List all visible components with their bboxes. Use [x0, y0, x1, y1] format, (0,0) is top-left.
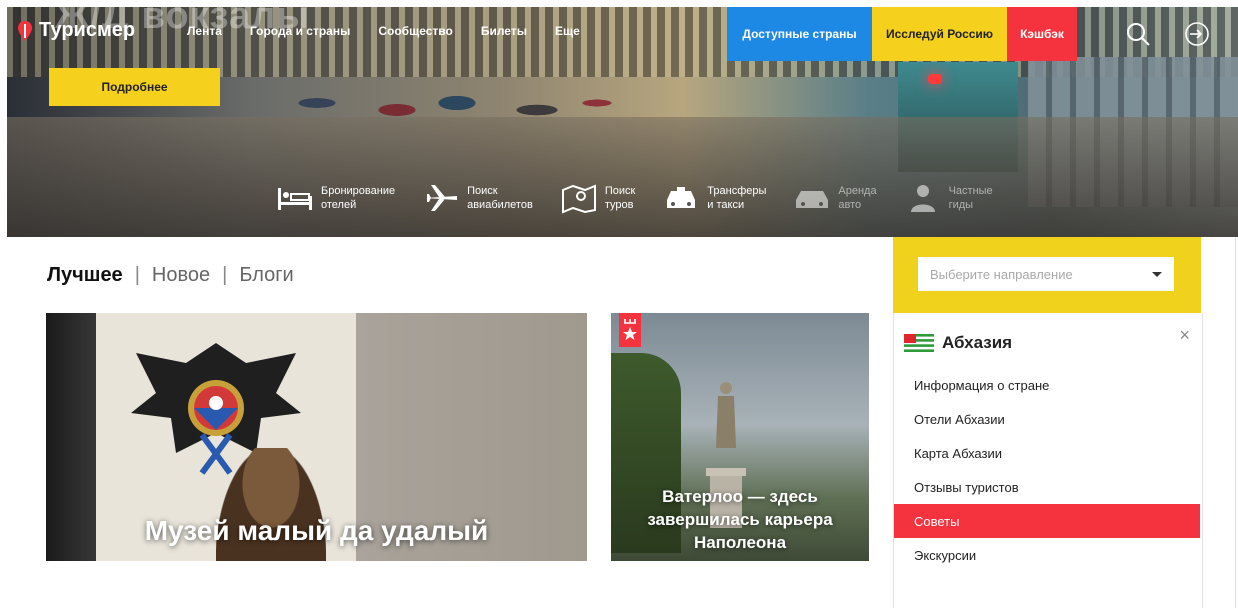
- available-countries-button[interactable]: Доступные страны: [727, 7, 872, 61]
- service-tours[interactable]: Поиск туров: [559, 182, 635, 214]
- menu-item-excursions[interactable]: Экскурсии: [894, 538, 1200, 572]
- nav-link-tickets[interactable]: Билеты: [481, 24, 527, 38]
- service-guides[interactable]: Частные гиды: [903, 182, 993, 214]
- service-label: Бронирование отелей: [321, 185, 396, 211]
- menu-item-map[interactable]: Карта Абхазии: [894, 436, 1200, 470]
- service-label: Поиск туров: [604, 185, 636, 211]
- badge-icon: [619, 313, 641, 347]
- nav-link-cities[interactable]: Города и страны: [250, 24, 350, 38]
- card-title[interactable]: Музей малый да удалый: [46, 515, 587, 547]
- tab-separator: |: [222, 264, 228, 286]
- country-panel: Абхазия × Информация о стране Отели Абха…: [893, 313, 1203, 608]
- article-card-museum[interactable]: Музей малый да удалый: [46, 313, 587, 561]
- tab-blogs[interactable]: Блоги: [239, 264, 293, 287]
- services-bar: Бронирование отелей Поиск авиабилетов По…: [275, 182, 1019, 214]
- service-label: Частные гиды: [948, 185, 993, 211]
- guide-icon: [910, 185, 935, 212]
- explore-russia-button[interactable]: Исследуй Россию: [872, 7, 1007, 61]
- logo[interactable]: Турисмер: [17, 19, 135, 42]
- service-label: Поиск авиабилетов: [467, 185, 533, 211]
- select-placeholder: Выберите направление: [930, 266, 1073, 282]
- divider: [1235, 237, 1236, 608]
- close-icon[interactable]: ×: [1179, 325, 1190, 346]
- card-title[interactable]: Ватерлоо — здесь завершилась карьера Нап…: [621, 485, 859, 554]
- abkhazia-flag-icon: [904, 334, 934, 352]
- tab-new[interactable]: Новое: [152, 264, 210, 287]
- destination-select[interactable]: Выберите направление: [918, 257, 1174, 291]
- platform-image: [7, 117, 1238, 237]
- logo-icon: [18, 20, 32, 41]
- menu-item-info[interactable]: Информация о стране: [894, 368, 1200, 402]
- country-header: Абхазия: [904, 333, 1012, 353]
- menu-item-reviews[interactable]: Отзывы туристов: [894, 470, 1200, 504]
- login-icon[interactable]: [1184, 21, 1210, 47]
- service-label: Трансферы и такси: [707, 185, 767, 211]
- service-label: Аренда авто: [838, 185, 877, 211]
- menu-item-tips[interactable]: Советы: [894, 504, 1200, 538]
- car-icon: [796, 191, 829, 208]
- top-navigation: Турисмер Лента Города и страны Сообществ…: [7, 7, 1238, 61]
- logo-text: Турисмер: [39, 19, 136, 41]
- taxi-icon: [667, 187, 696, 208]
- service-hotels[interactable]: Бронирование отелей: [275, 182, 395, 214]
- service-transfer[interactable]: Трансферы и такси: [661, 182, 766, 214]
- tab-separator: |: [134, 264, 140, 286]
- more-button[interactable]: Подробнее: [49, 68, 220, 106]
- nav-link-community[interactable]: Сообщество: [378, 24, 452, 38]
- map-icon: [561, 184, 596, 214]
- menu-item-hotels[interactable]: Отели Абхазии: [894, 402, 1200, 436]
- service-car-rental[interactable]: Аренда авто: [792, 182, 877, 214]
- country-name: Абхазия: [942, 333, 1013, 352]
- destination-panel: Выберите направление: [893, 237, 1201, 313]
- content-tabs: Лучшее | Новое | Блоги: [47, 264, 294, 287]
- country-menu: Информация о стране Отели Абхазии Карта …: [894, 368, 1200, 572]
- tab-best[interactable]: Лучшее: [47, 264, 123, 287]
- service-flights[interactable]: Поиск авиабилетов: [421, 182, 533, 214]
- article-card-waterloo[interactable]: Ватерлоо — здесь завершилась карьера Нап…: [611, 313, 869, 561]
- cashback-button[interactable]: Кэшбэк: [1007, 7, 1077, 61]
- airplane-icon: [425, 185, 458, 211]
- chevron-down-icon: [1152, 272, 1162, 277]
- nav-link-more[interactable]: Еще: [555, 24, 580, 38]
- main-menu: Лента Города и страны Сообщество Билеты …: [187, 24, 608, 38]
- nav-link-feed[interactable]: Лента: [187, 24, 222, 38]
- bed-icon: [278, 188, 312, 210]
- search-icon[interactable]: [1125, 21, 1151, 47]
